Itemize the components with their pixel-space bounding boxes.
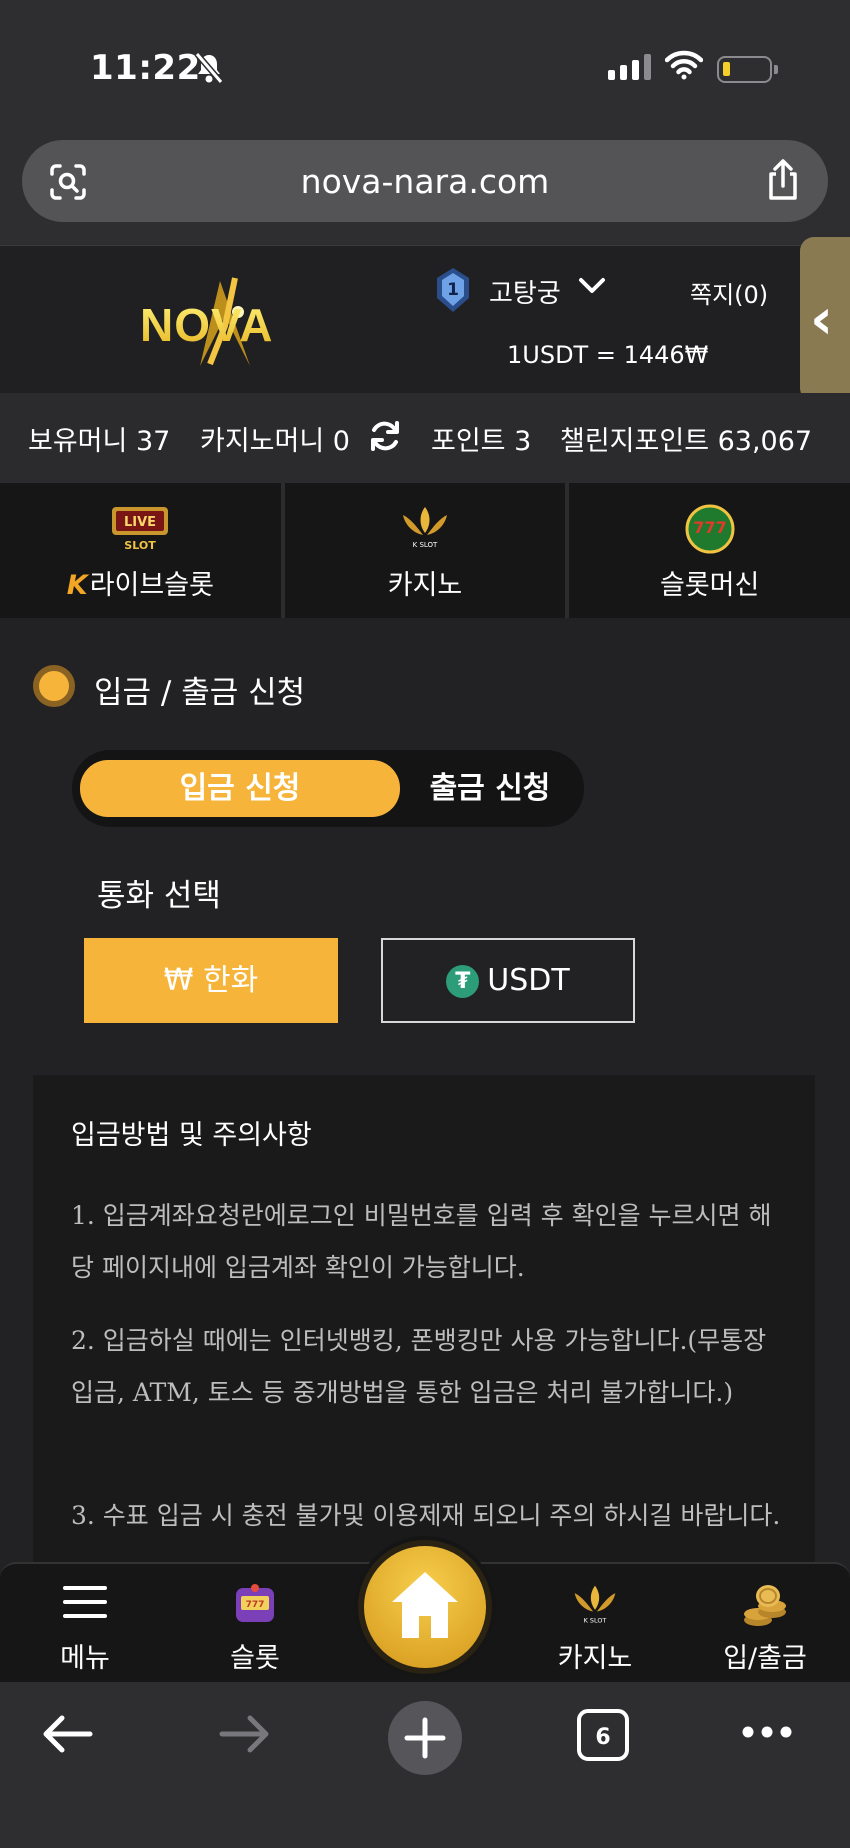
svg-text:777: 777 xyxy=(246,1600,265,1610)
deposit-notice-box: 입금방법 및 주의사항 1. 입금계좌요청란에로그인 비밀번호를 입력 후 확인… xyxy=(33,1075,815,1575)
notice-item: 1. 입금계좌요청란에로그인 비밀번호를 입력 후 확인을 누르시면 해당 페이… xyxy=(71,1201,772,1282)
k-brand-mark: K xyxy=(66,570,88,601)
casino-crown-icon: K SLOT xyxy=(403,507,447,549)
forward-arrow-icon[interactable] xyxy=(218,1712,272,1756)
logo-text: NOVA xyxy=(140,299,274,351)
refresh-icon[interactable] xyxy=(368,419,402,453)
nav-menu[interactable]: 메뉴 xyxy=(15,1564,155,1684)
nav-banking[interactable]: 입/출금 xyxy=(695,1564,835,1684)
chevron-down-icon[interactable] xyxy=(578,276,606,296)
svg-text:LIVE: LIVE xyxy=(124,515,156,530)
browser-toolbar: 6 xyxy=(0,1682,850,1848)
challenge-points: 챌린지포인트 63,067 xyxy=(560,426,813,457)
currency-label: 통화 선택 xyxy=(97,878,221,914)
category-nav: LIVE SLOT K라이브슬롯 K SLOT 카지노 777 슬롯머신 xyxy=(0,483,850,618)
battery-icon xyxy=(717,56,778,83)
nav-casino[interactable]: K SLOT 카지노 xyxy=(525,1564,665,1684)
casino-money: 카지노머니 0 xyxy=(200,426,350,457)
slot-machine-icon: 777 xyxy=(236,1584,274,1622)
currency-krw-button[interactable]: ₩ 한화 xyxy=(84,938,338,1023)
hamburger-menu-icon xyxy=(63,1586,107,1618)
casino-crown-icon: K SLOT xyxy=(574,1585,616,1625)
category-slot-machine[interactable]: 777 슬롯머신 xyxy=(569,483,850,618)
currency-usdt-label: USDT xyxy=(487,963,570,998)
url-text[interactable]: nova-nara.com xyxy=(22,162,828,201)
nav-slot[interactable]: 777 슬롯 xyxy=(185,1564,325,1684)
address-bar[interactable]: nova-nara.com xyxy=(22,140,828,222)
nav-slot-label: 슬롯 xyxy=(230,1643,280,1674)
tether-icon: ₮ xyxy=(446,965,480,998)
home-button[interactable] xyxy=(358,1540,492,1674)
category-casino-label: 카지노 xyxy=(387,570,463,601)
section-dot-icon xyxy=(33,665,75,707)
notice-title: 입금방법 및 주의사항 xyxy=(71,1120,312,1151)
status-time: 11:22 xyxy=(90,48,201,88)
side-drawer-handle[interactable]: ‹ xyxy=(800,237,850,402)
wifi-icon xyxy=(665,50,703,80)
cellular-signal-icon xyxy=(608,54,651,80)
home-icon xyxy=(392,1572,458,1638)
exchange-rate: 1USDT = 1446₩ xyxy=(507,341,709,369)
slot-777-icon: 777 xyxy=(685,504,735,554)
chevron-left-icon: ‹ xyxy=(810,287,834,352)
notice-item: 3. 수표 입금 시 충전 불가및 이용제재 되오니 주의 하시길 바랍니다. xyxy=(71,1501,781,1530)
username[interactable]: 고탕궁 xyxy=(489,273,561,310)
rank-level-number: 1 xyxy=(447,280,459,300)
category-live-slot-label: 라이브슬롯 xyxy=(89,570,214,601)
balance-bar: 보유머니 37 카지노머니 0 포인트 3 챌린지포인트 63,067 xyxy=(0,393,850,483)
nova-logo[interactable]: NOVA xyxy=(140,276,305,371)
svg-text:K SLOT: K SLOT xyxy=(413,541,438,549)
svg-text:777: 777 xyxy=(693,518,726,537)
site-header: NOVA 1 고탕궁 쪽지(0) 1USDT = 1446₩ xyxy=(0,245,850,393)
nav-casino-label: 카지노 xyxy=(557,1643,633,1674)
category-slot-machine-label: 슬롯머신 xyxy=(659,570,760,601)
rank-badge-icon: 1 xyxy=(437,268,469,312)
svg-text:SLOT: SLOT xyxy=(125,539,157,552)
share-icon[interactable] xyxy=(764,158,802,202)
ios-top-chrome: 11:22 nova-nara.com xyxy=(0,0,850,245)
tabs-count-icon[interactable]: 6 xyxy=(576,1708,630,1762)
deposit-withdraw-toggle: 입금 신청 출금 신청 xyxy=(72,750,584,827)
bell-muted-icon xyxy=(194,52,224,84)
messages-link[interactable]: 쪽지(0) xyxy=(690,275,768,310)
more-options-icon[interactable] xyxy=(740,1722,794,1742)
points: 포인트 3 xyxy=(431,426,532,457)
notice-item: 2. 입금하실 때에는 인터넷뱅킹, 폰뱅킹만 사용 가능합니다.(무통장입금,… xyxy=(71,1326,767,1407)
tab-withdraw[interactable]: 출금 신청 xyxy=(400,760,580,817)
category-casino[interactable]: K SLOT 카지노 xyxy=(285,483,570,618)
new-tab-plus-icon[interactable] xyxy=(387,1700,463,1776)
nav-menu-label: 메뉴 xyxy=(60,1643,110,1674)
live-slot-icon: LIVE SLOT xyxy=(112,507,169,552)
back-arrow-icon[interactable] xyxy=(40,1712,94,1756)
category-live-slot[interactable]: LIVE SLOT K라이브슬롯 xyxy=(0,483,285,618)
page-title: 입금 / 출금 신청 xyxy=(94,675,306,711)
holding-money: 보유머니 37 xyxy=(28,426,171,457)
coins-icon xyxy=(744,1585,786,1626)
tab-count: 6 xyxy=(595,1725,610,1750)
nav-banking-label: 입/출금 xyxy=(723,1643,807,1674)
svg-text:K SLOT: K SLOT xyxy=(584,1617,607,1625)
tab-deposit[interactable]: 입금 신청 xyxy=(80,760,400,817)
currency-usdt-button[interactable]: ₮ USDT xyxy=(381,938,635,1023)
